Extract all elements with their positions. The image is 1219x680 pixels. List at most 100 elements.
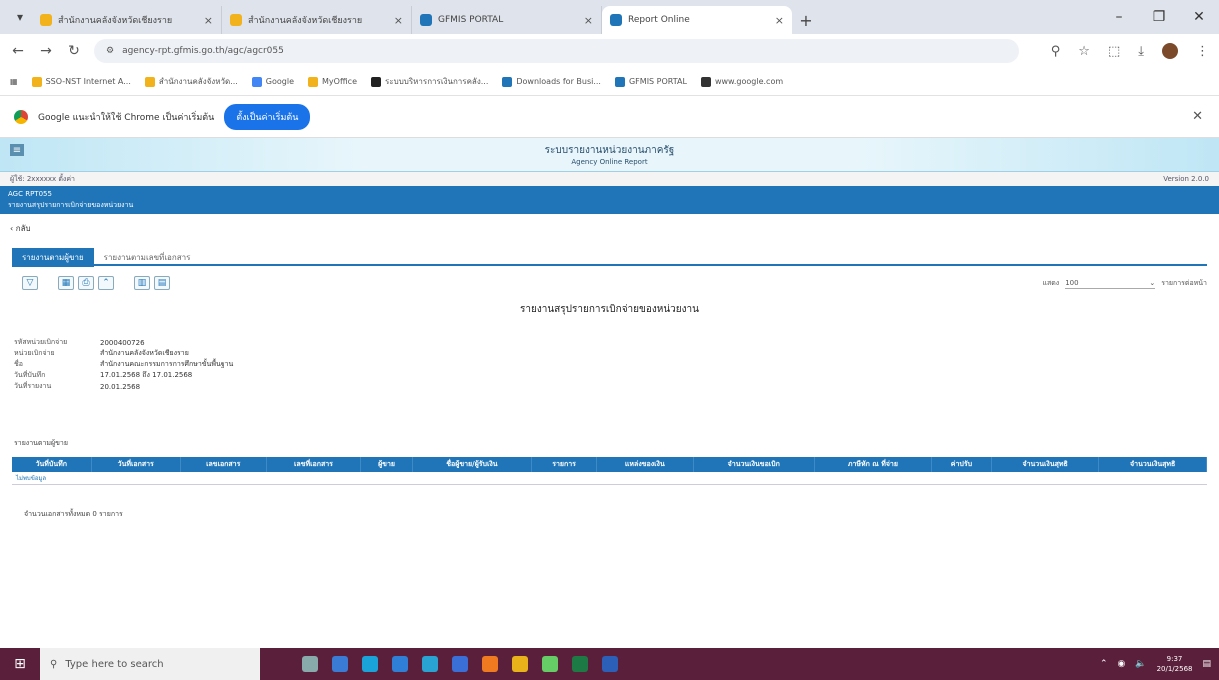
notifications-icon[interactable]: ▤ bbox=[1202, 659, 1211, 669]
bookmark-item[interactable]: www.google.com bbox=[700, 76, 783, 87]
edge-icon[interactable] bbox=[362, 656, 378, 672]
store-icon[interactable] bbox=[392, 656, 408, 672]
column-header[interactable]: รายการ bbox=[531, 457, 597, 472]
section-name: รายงานสรุปรายการเบิกจ่ายของหน่วยงาน bbox=[8, 201, 134, 209]
column-header[interactable]: ค่าปรับ bbox=[931, 457, 992, 472]
column-header[interactable]: ภาษีหัก ณ ที่จ่าย bbox=[814, 457, 932, 472]
print-icon[interactable]: ⎙ bbox=[78, 276, 94, 290]
maximize-icon[interactable]: ❐ bbox=[1139, 0, 1179, 34]
filter-icon[interactable]: ▽ bbox=[22, 276, 38, 290]
back-link[interactable]: ‹ กลับ bbox=[10, 222, 31, 235]
meta-value: สำนักงานคณะกรรมการการศึกษาขั้นพื้นฐาน bbox=[100, 360, 234, 368]
bookmark-item[interactable]: SSO-NST Internet A... bbox=[31, 76, 131, 87]
column-header[interactable]: วันที่บันทึก bbox=[12, 457, 92, 472]
close-icon[interactable]: × bbox=[394, 14, 403, 27]
column-header[interactable]: วันที่เอกสาร bbox=[91, 457, 181, 472]
clock[interactable]: 9:37 20/1/2568 bbox=[1157, 654, 1193, 674]
bookmark-favicon-icon bbox=[614, 76, 625, 87]
chevron-up-icon[interactable]: ⌃ bbox=[1100, 659, 1108, 669]
excel-export-icon[interactable]: ▦ bbox=[58, 276, 74, 290]
firefox-icon[interactable] bbox=[482, 656, 498, 672]
app-icon[interactable] bbox=[332, 656, 348, 672]
bookmark-item[interactable]: สำนักงานคลังจังหวัด... bbox=[144, 75, 238, 88]
new-tab-button[interactable]: + bbox=[792, 6, 820, 34]
chrome-icon[interactable] bbox=[512, 656, 528, 672]
meta-key: หน่วยเบิกจ่าย bbox=[14, 349, 55, 357]
column-header[interactable]: แหล่งของเงิน bbox=[596, 457, 694, 472]
site-info-icon[interactable]: ⚙ bbox=[106, 46, 114, 56]
system-tray: ⌃ ◉ 🔈 9:37 20/1/2568 ▤ bbox=[1100, 648, 1211, 680]
favicon-icon bbox=[610, 14, 622, 26]
column-header[interactable]: จำนวนเงินขอเบิก bbox=[693, 457, 815, 472]
column-layout-icon[interactable]: ▥ bbox=[134, 276, 150, 290]
back-arrow-icon[interactable]: ← bbox=[10, 43, 26, 59]
meta-key: ชื่อ bbox=[14, 360, 23, 368]
zoom-icon[interactable]: ⚲ bbox=[1051, 44, 1061, 59]
chevron-down-icon: ⌄ bbox=[1149, 278, 1156, 287]
site-subtitle: Agency Online Report bbox=[571, 158, 648, 166]
infobar-message: Google แนะนำให้ใช้ Chrome เป็นค่าเริ่มต้… bbox=[38, 112, 215, 123]
bookmark-item[interactable]: MyOffice bbox=[308, 76, 357, 87]
word-icon[interactable] bbox=[602, 656, 618, 672]
avatar[interactable] bbox=[1162, 43, 1178, 59]
mail-icon[interactable] bbox=[452, 656, 468, 672]
extensions-icon[interactable]: ⬚ bbox=[1108, 44, 1120, 59]
rows-per-page: แสดง 100 ⌄ รายการต่อหน้า bbox=[1042, 278, 1207, 289]
column-header[interactable]: จำนวนเงินสุทธิ bbox=[991, 457, 1100, 472]
app-icon[interactable] bbox=[542, 656, 558, 672]
close-icon[interactable]: × bbox=[775, 14, 784, 27]
windows-start-icon[interactable]: ⊞ bbox=[0, 656, 40, 672]
column-header[interactable]: จำนวนเงินสุทธิ bbox=[1098, 457, 1207, 472]
menu-icon[interactable]: ⋮ bbox=[1196, 44, 1209, 59]
minimize-icon[interactable]: – bbox=[1099, 0, 1139, 34]
tab-search-icon[interactable]: ▾ bbox=[8, 5, 32, 29]
meta-value: 20.01.2568 bbox=[100, 382, 141, 391]
reload-icon[interactable]: ↻ bbox=[66, 43, 82, 59]
meta-value: 2000400726 bbox=[100, 338, 145, 347]
close-icon[interactable]: ✕ bbox=[1192, 109, 1203, 124]
table-row: ไม่พบข้อมูล bbox=[12, 472, 1207, 485]
table-header-row: วันที่บันทึก วันที่เอกสาร เลขเอกสาร เลขท… bbox=[12, 457, 1207, 472]
divider bbox=[12, 264, 1207, 266]
browser-tab[interactable]: สำนักงานคลังจังหวัดเชียงราย × bbox=[222, 6, 412, 34]
column-header[interactable]: เลขที่เอกสาร bbox=[266, 457, 362, 472]
apps-grid-icon[interactable]: ▦ bbox=[10, 77, 18, 86]
meta-row: รหัสหน่วยเบิกจ่าย 2000400726 bbox=[14, 337, 233, 348]
taskbar-search[interactable]: ⚲ Type here to search bbox=[40, 648, 260, 680]
tab-title: สำนักงานคลังจังหวัดเชียงราย bbox=[58, 16, 173, 26]
browser-tab[interactable]: สำนักงานคลังจังหวัดเชียงราย × bbox=[32, 6, 222, 34]
close-icon[interactable]: × bbox=[204, 14, 213, 27]
default-browser-infobar: Google แนะนำให้ใช้ Chrome เป็นค่าเริ่มต้… bbox=[0, 96, 1219, 138]
url-field[interactable]: ⚙ agency-rpt.gfmis.go.th/agc/agcr055 bbox=[94, 39, 1019, 63]
chart-icon[interactable]: ⌃ bbox=[98, 276, 114, 290]
meta-key: รหัสหน่วยเบิกจ่าย bbox=[14, 338, 68, 346]
rows-per-page-select[interactable]: 100 ⌄ bbox=[1065, 278, 1156, 289]
rows-suffix: รายการต่อหน้า bbox=[1161, 279, 1207, 287]
browser-tab[interactable]: GFMIS PORTAL × bbox=[412, 6, 602, 34]
column-header[interactable]: ชื่อผู้ขาย/ผู้รับเงิน bbox=[412, 457, 533, 472]
column-header[interactable]: เลขเอกสาร bbox=[180, 457, 267, 472]
tab-title: GFMIS PORTAL bbox=[438, 15, 504, 25]
bookmark-item[interactable]: GFMIS PORTAL bbox=[614, 76, 687, 87]
bookmark-item[interactable]: Google bbox=[251, 76, 294, 87]
set-default-button[interactable]: ตั้งเป็นค่าเริ่มต้น bbox=[224, 103, 311, 130]
bookmark-label: SSO-NST Internet A... bbox=[45, 77, 131, 86]
bookmark-item[interactable]: Downloads for Busi... bbox=[502, 76, 601, 87]
browser-tab-active[interactable]: Report Online × bbox=[602, 6, 792, 34]
hamburger-menu-icon[interactable]: ≡ bbox=[10, 144, 24, 156]
report-table: วันที่บันทึก วันที่เอกสาร เลขเอกสาร เลขท… bbox=[12, 457, 1207, 485]
excel-icon[interactable] bbox=[572, 656, 588, 672]
forward-arrow-icon[interactable]: → bbox=[38, 43, 54, 59]
close-window-icon[interactable]: ✕ bbox=[1179, 0, 1219, 34]
meta-key: วันที่รายงาน bbox=[14, 382, 52, 390]
column-header[interactable]: ผู้ขาย bbox=[360, 457, 413, 472]
volume-icon[interactable]: 🔈 bbox=[1135, 659, 1146, 669]
close-icon[interactable]: × bbox=[584, 14, 593, 27]
task-view-icon[interactable] bbox=[302, 656, 318, 672]
network-icon[interactable]: ◉ bbox=[1118, 659, 1126, 669]
bookmark-star-icon[interactable]: ☆ bbox=[1078, 44, 1090, 59]
bookmark-item[interactable]: ระบบบริหารการเงินการคลัง... bbox=[371, 75, 488, 88]
save-layout-icon[interactable]: ▤ bbox=[154, 276, 170, 290]
app-icon[interactable] bbox=[422, 656, 438, 672]
download-icon[interactable]: ⤓ bbox=[1138, 44, 1144, 59]
